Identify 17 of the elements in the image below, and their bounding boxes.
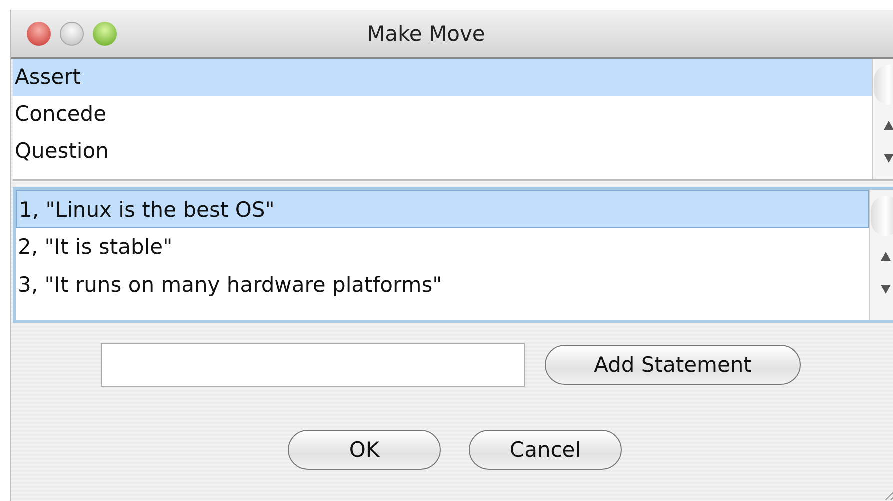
list-item[interactable]: Assert <box>13 59 872 96</box>
scroll-down-icon[interactable] <box>881 285 891 294</box>
list-item[interactable]: 1, "Linux is the best OS" <box>16 190 869 228</box>
list-item[interactable]: 2, "It is stable" <box>16 228 869 266</box>
list-item[interactable]: 3, "It runs on many hardware platforms" <box>16 266 869 304</box>
list-item[interactable]: Question <box>13 133 872 170</box>
scroll-bar[interactable] <box>869 190 893 320</box>
window-title: Make Move <box>367 22 486 46</box>
scroll-up-icon[interactable] <box>881 252 891 261</box>
add-statement-button[interactable]: Add Statement <box>545 345 801 385</box>
list-item[interactable]: Concede <box>13 96 872 133</box>
scroll-up-icon[interactable] <box>884 121 893 130</box>
ok-button[interactable]: OK <box>288 430 441 470</box>
cancel-button[interactable]: Cancel <box>469 430 622 470</box>
scroll-down-icon[interactable] <box>884 154 893 163</box>
statement-input-field[interactable] <box>101 343 525 387</box>
close-icon[interactable] <box>27 22 51 46</box>
